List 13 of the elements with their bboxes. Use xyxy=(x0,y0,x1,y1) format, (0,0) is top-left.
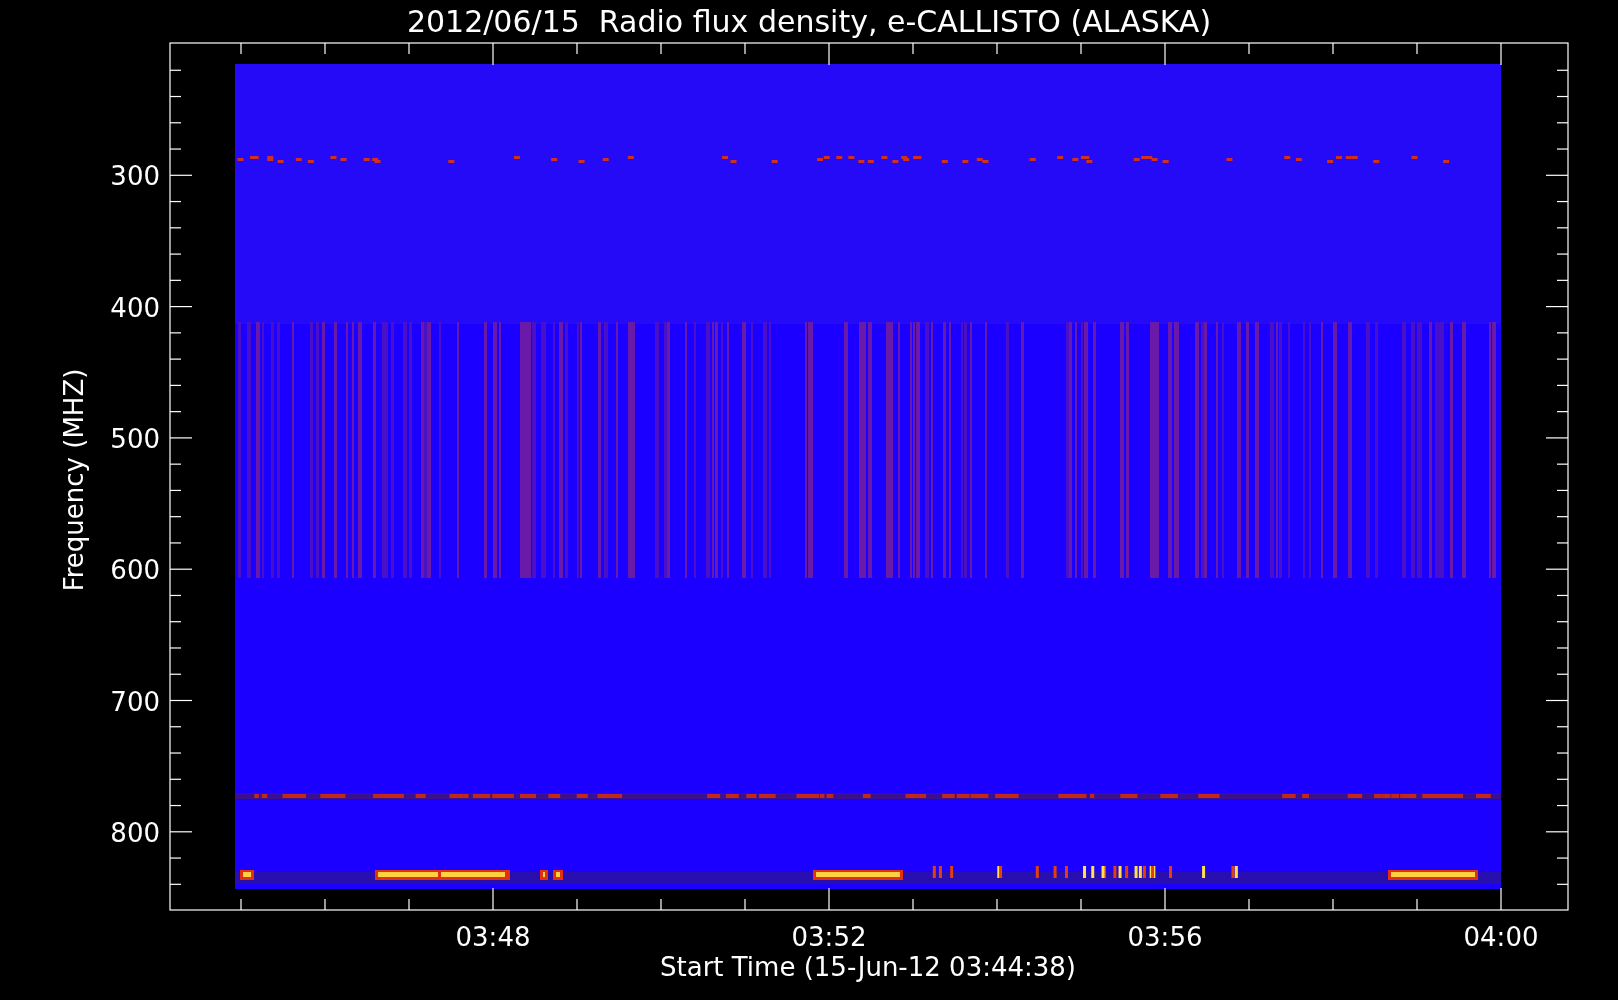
x-tick-label: 04:00 xyxy=(1463,922,1539,952)
x-tick-label: 03:52 xyxy=(791,922,867,952)
y-tick-label: 500 xyxy=(110,423,160,454)
x-axis-label: Start Time (15-Jun-12 03:44:38) xyxy=(660,952,1076,982)
y-tick-label: 700 xyxy=(110,686,160,717)
y-tick-label: 300 xyxy=(110,161,160,192)
y-tick-label: 800 xyxy=(110,817,160,848)
chart-title: 2012/06/15 Radio flux density, e-CALLISTO (ALASKA) xyxy=(406,4,1212,39)
y-tick-label: 600 xyxy=(110,555,160,586)
y-axis-label: Frequency (MHZ) xyxy=(59,368,89,592)
x-tick-label: 03:56 xyxy=(1127,922,1203,952)
x-tick-label: 03:48 xyxy=(455,922,531,952)
y-tick-label: 400 xyxy=(110,292,160,323)
